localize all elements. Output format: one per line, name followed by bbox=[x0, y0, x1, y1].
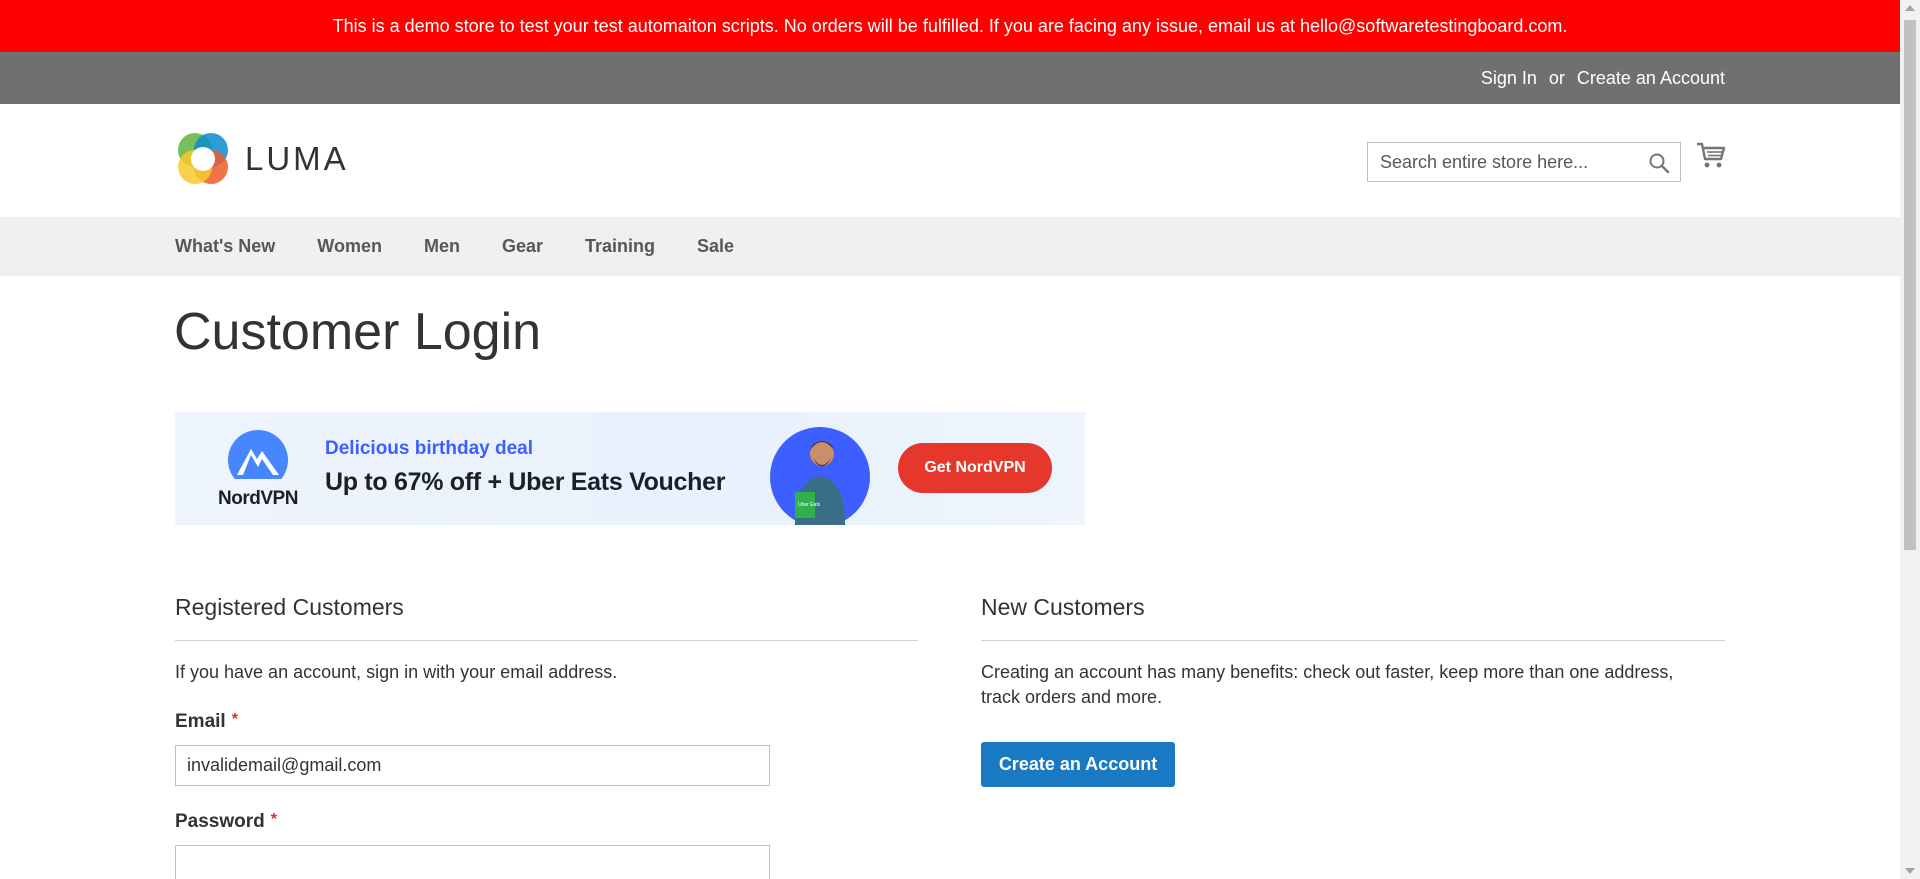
nordvpn-logo: NordVPN bbox=[203, 429, 313, 510]
nordvpn-brand-text: NordVPN bbox=[218, 488, 298, 509]
luma-logo-icon bbox=[178, 133, 228, 184]
nordvpn-ad-banner[interactable]: NordVPN Delicious birthday deal Up to 67… bbox=[175, 412, 1085, 525]
registered-divider bbox=[175, 640, 918, 641]
nav-item-gear[interactable]: Gear bbox=[502, 236, 543, 257]
create-account-link[interactable]: Create an Account bbox=[1577, 68, 1725, 89]
page-title: Customer Login bbox=[174, 303, 542, 361]
nav-item-men[interactable]: Men bbox=[424, 236, 460, 257]
password-label: Password * bbox=[175, 811, 277, 833]
nav-item-sale[interactable]: Sale bbox=[697, 236, 734, 257]
sign-in-link[interactable]: Sign In bbox=[1481, 68, 1537, 89]
password-required-mark: * bbox=[270, 811, 277, 828]
cart-icon[interactable] bbox=[1696, 140, 1726, 170]
nordvpn-mountain-icon bbox=[228, 430, 288, 490]
luma-logo[interactable]: LUMA bbox=[175, 131, 349, 187]
registered-intro-text: If you have an account, sign in with you… bbox=[175, 662, 618, 682]
scroll-down-arrow-icon[interactable] bbox=[1905, 868, 1915, 874]
nav-item-whats-new[interactable]: What's New bbox=[175, 236, 275, 257]
demo-notice-text: This is a demo store to test your test a… bbox=[332, 15, 1568, 36]
create-account-button[interactable]: Create an Account bbox=[981, 742, 1175, 787]
main-nav: What's New Women Men Gear Training Sale bbox=[0, 217, 1900, 276]
get-nordvpn-button[interactable]: Get NordVPN bbox=[898, 443, 1052, 493]
nav-item-training[interactable]: Training bbox=[585, 236, 655, 257]
banner-headline: Up to 67% off + Uber Eats Voucher bbox=[325, 468, 726, 496]
logo-text: LUMA bbox=[245, 140, 349, 177]
banner-subtitle: Delicious birthday deal bbox=[325, 438, 533, 459]
password-field[interactable] bbox=[175, 845, 770, 879]
email-field[interactable] bbox=[175, 745, 770, 786]
new-customers-divider bbox=[981, 640, 1725, 641]
email-label: Email * bbox=[175, 711, 238, 733]
page-scrollbar[interactable] bbox=[1900, 0, 1920, 879]
search-icon[interactable] bbox=[1648, 152, 1670, 174]
or-text: or bbox=[1548, 67, 1565, 88]
registered-customers-title: Registered Customers bbox=[175, 594, 404, 620]
new-customers-text: Creating an account has many benefits: c… bbox=[981, 662, 1674, 707]
top-links-bar: Sign In or Create an Account bbox=[0, 52, 1900, 104]
scroll-thumb[interactable] bbox=[1904, 20, 1916, 550]
new-customers-title: New Customers bbox=[981, 594, 1145, 620]
scroll-up-arrow-icon[interactable] bbox=[1905, 5, 1915, 11]
password-label-text: Password bbox=[175, 811, 265, 832]
bag-text: Uber Eats bbox=[798, 502, 821, 508]
demo-notice-bar: This is a demo store to test your test a… bbox=[0, 0, 1900, 52]
email-label-text: Email bbox=[175, 711, 226, 732]
banner-person-illustration: Uber Eats bbox=[770, 427, 870, 525]
search-box[interactable] bbox=[1367, 142, 1681, 182]
email-required-mark: * bbox=[231, 711, 238, 728]
nav-item-women[interactable]: Women bbox=[317, 236, 382, 257]
header: LUMA bbox=[0, 104, 1900, 217]
search-input[interactable] bbox=[1368, 151, 1638, 173]
